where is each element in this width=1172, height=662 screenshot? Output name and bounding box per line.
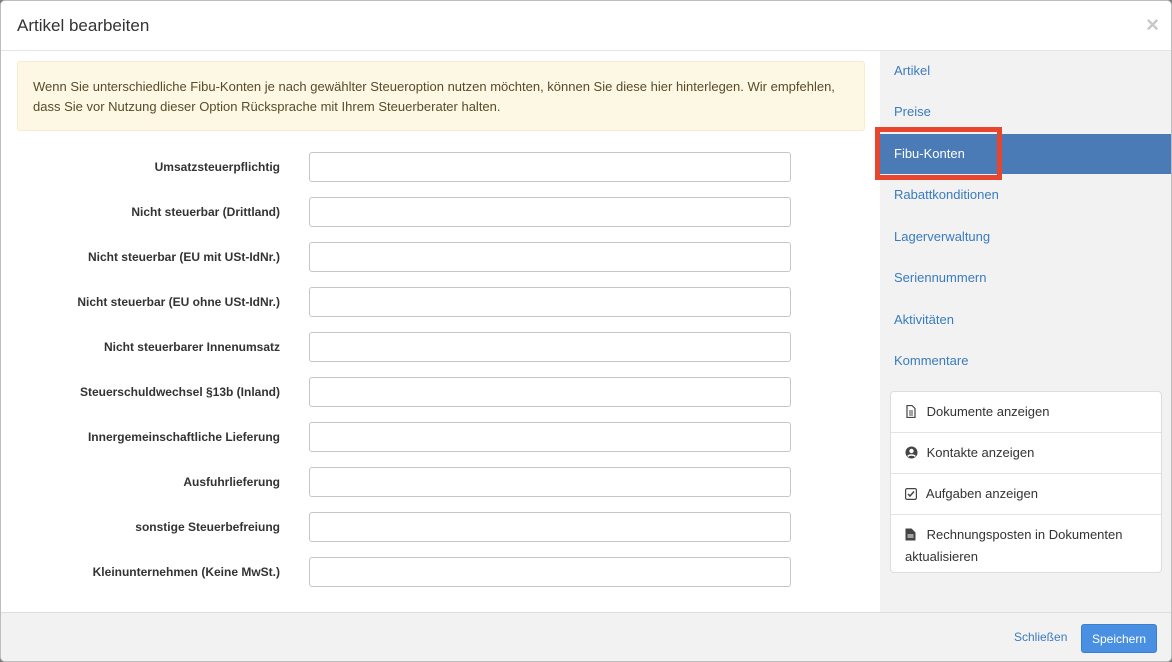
form-row-eu-mit-ustid: Nicht steuerbar (EU mit USt-IdNr.) [1,242,880,272]
field-label: Nicht steuerbarer Innenumsatz [103,340,280,354]
nav-item-aktivitaeten[interactable]: Aktivitäten [880,300,1171,340]
field-label: Steuerschuldwechsel §13b (Inland) [79,385,280,399]
show-contacts-button[interactable]: Kontakte anzeigen [891,433,1161,474]
action-label: Kontakte anzeigen [926,445,1035,460]
account-input-umsatzsteuerpflichtig[interactable] [309,152,791,182]
account-input-innergemeinschaftlich[interactable] [309,422,791,452]
close-icon[interactable]: × [1146,14,1159,36]
user-circle-icon [905,445,919,465]
field-label: Ausfuhrlieferung [183,475,280,489]
nav-item-artikel[interactable]: Artikel [880,51,1171,91]
form-row-eu-ohne-ustid: Nicht steuerbar (EU ohne USt-IdNr.) [1,287,880,317]
nav-item-kommentare[interactable]: Kommentare [880,341,1171,381]
form-row-drittland: Nicht steuerbar (Drittland) [1,197,880,227]
account-input-eu-ohne-ustid[interactable] [309,287,791,317]
form-row-innenumsatz: Nicht steuerbarer Innenumsatz [1,332,880,362]
account-input-steuerschuldwechsel[interactable] [309,377,791,407]
save-button[interactable]: Speichern [1081,624,1157,653]
show-tasks-button[interactable]: Aufgaben anzeigen [891,474,1161,515]
action-panel: Dokumente anzeigen Kontakte anzeigen Auf… [890,391,1162,573]
checkbox-icon [905,486,919,506]
nav-item-fibu-konten[interactable]: Fibu-Konten [875,127,1171,180]
form-row-sonstige-steuerbefreiung: sonstige Steuerbefreiung [1,512,880,542]
account-input-drittland[interactable] [309,197,791,227]
account-input-kleinunternehmen[interactable] [309,557,791,587]
form-row-kleinunternehmen: Kleinunternehmen (Keine MwSt.) [1,557,880,587]
info-alert: Wenn Sie unterschiedliche Fibu-Konten je… [17,61,865,131]
field-label: Nicht steuerbar (Drittland) [131,205,280,219]
field-label: Nicht steuerbar (EU ohne USt-IdNr.) [77,295,280,309]
form-row-steuerschuldwechsel: Steuerschuldwechsel §13b (Inland) [1,377,880,407]
form-row-umsatzsteuerpflichtig: Umsatzsteuerpflichtig [1,152,880,182]
show-documents-button[interactable]: Dokumente anzeigen [891,392,1161,433]
field-label: Innergemeinschaftliche Lieferung [87,430,280,444]
nav-item-lagerverwaltung[interactable]: Lagerverwaltung [880,217,1171,257]
account-input-eu-mit-ustid[interactable] [309,242,791,272]
action-label: Rechnungsposten in Dokumenten aktualisie… [905,527,1123,564]
modal-title: Artikel bearbeiten [17,16,150,35]
action-label: Dokumente anzeigen [926,404,1050,419]
nav-item-rabattkonditionen[interactable]: Rabattkonditionen [880,175,1171,215]
file-icon [905,527,919,547]
field-label: Umsatzsteuerpflichtig [154,160,280,174]
modal-body: Wenn Sie unterschiedliche Fibu-Konten je… [1,51,1171,612]
nav-item-label: Fibu-Konten [894,146,965,161]
field-label: Kleinunternehmen (Keine MwSt.) [92,565,280,579]
account-input-sonstige-steuerbefreiung[interactable] [309,512,791,542]
form-row-ausfuhrlieferung: Ausfuhrlieferung [1,467,880,497]
account-input-innenumsatz[interactable] [309,332,791,362]
form-row-innergemeinschaftlich: Innergemeinschaftliche Lieferung [1,422,880,452]
modal-footer: Schließen Speichern [1,612,1171,661]
edit-article-modal: Artikel bearbeiten × Wenn Sie unterschie… [0,0,1172,662]
main-content: Wenn Sie unterschiedliche Fibu-Konten je… [1,51,880,612]
field-label: Nicht steuerbar (EU mit USt-IdNr.) [87,250,280,264]
field-label: sonstige Steuerbefreiung [135,520,280,534]
nav-item-seriennummern[interactable]: Seriennummern [880,258,1171,298]
update-invoice-items-button[interactable]: Rechnungsposten in Dokumenten aktualisie… [891,515,1161,574]
action-label: Aufgaben anzeigen [925,486,1038,501]
modal-header: Artikel bearbeiten × [1,1,1171,51]
document-icon [905,404,919,424]
account-input-ausfuhrlieferung[interactable] [309,467,791,497]
close-button[interactable]: Schließen [1014,630,1067,644]
sidebar: Artikel Preise Fibu-Konten Rabattkonditi… [875,51,1171,612]
nav-item-preise[interactable]: Preise [880,92,1171,132]
